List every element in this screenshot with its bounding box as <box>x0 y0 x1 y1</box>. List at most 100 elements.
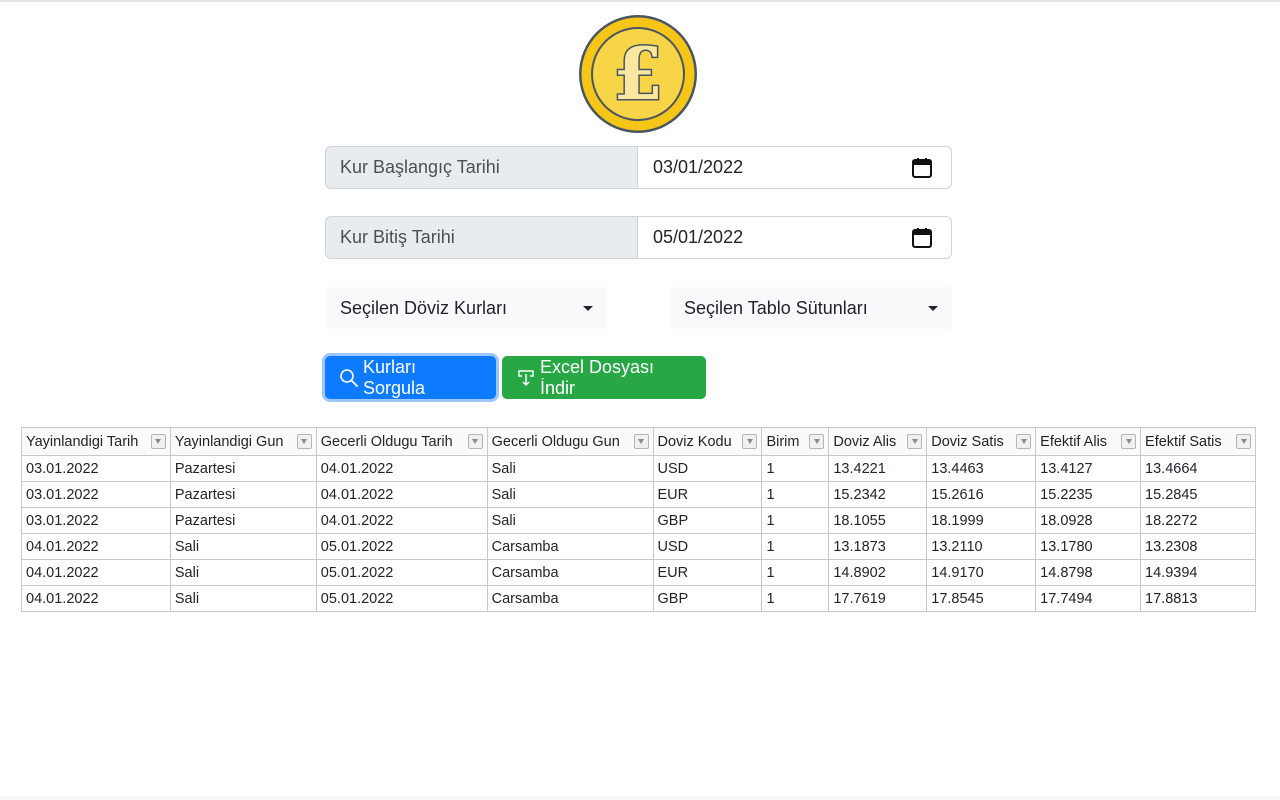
filter-dropdown-icon[interactable] <box>1016 434 1031 449</box>
column-header[interactable]: Gecerli Oldugu Tarih <box>316 428 487 456</box>
end-date-group: Kur Bitiş Tarihi 05/01/2022 <box>325 216 952 259</box>
table-cell: 05.01.2022 <box>316 534 487 560</box>
query-rates-label: Kurları Sorgula <box>363 357 482 399</box>
table-cell: 04.01.2022 <box>22 586 171 612</box>
table-cell: 03.01.2022 <box>22 456 171 482</box>
table-cell: 1 <box>762 482 829 508</box>
start-date-group: Kur Başlangıç Tarihi 03/01/2022 <box>325 146 952 189</box>
pound-coin-icon: £ <box>577 13 699 135</box>
currency-dropdown-label: Seçilen Döviz Kurları <box>340 298 507 319</box>
column-header-label: Birim <box>766 434 799 450</box>
table-cell: 1 <box>762 456 829 482</box>
column-header[interactable]: Doviz Satis <box>927 428 1036 456</box>
table-cell: Sali <box>487 508 653 534</box>
column-header-label: Gecerli Oldugu Tarih <box>321 434 453 450</box>
column-header[interactable]: Efektif Satis <box>1141 428 1256 456</box>
filter-dropdown-icon[interactable] <box>634 434 649 449</box>
filter-dropdown-icon[interactable] <box>468 434 483 449</box>
table-cell: 15.2235 <box>1036 482 1141 508</box>
table-cell: 18.1055 <box>829 508 927 534</box>
download-excel-button[interactable]: Excel Dosyası İndir <box>502 356 706 399</box>
column-header-label: Gecerli Oldugu Gun <box>492 434 620 450</box>
download-excel-label: Excel Dosyası İndir <box>540 357 692 399</box>
caret-down-icon <box>928 306 938 311</box>
column-header-label: Efektif Satis <box>1145 434 1222 450</box>
table-body: 03.01.2022Pazartesi04.01.2022SaliUSD113.… <box>22 456 1256 612</box>
table-cell: 05.01.2022 <box>316 560 487 586</box>
caret-down-icon <box>583 306 593 311</box>
table-row: 04.01.2022Sali05.01.2022CarsambaUSD113.1… <box>22 534 1256 560</box>
column-header[interactable]: Efektif Alis <box>1036 428 1141 456</box>
top-divider <box>0 0 1280 2</box>
table-cell: 17.7619 <box>829 586 927 612</box>
table-cell: 18.1999 <box>927 508 1036 534</box>
table-cell: 14.9394 <box>1141 560 1256 586</box>
table-cell: 13.1873 <box>829 534 927 560</box>
table-cell: 04.01.2022 <box>316 456 487 482</box>
filter-dropdown-icon[interactable] <box>151 434 166 449</box>
table-cell: 18.0928 <box>1036 508 1141 534</box>
table-cell: 13.4127 <box>1036 456 1141 482</box>
table-cell: USD <box>653 456 762 482</box>
table-cell: 17.8545 <box>927 586 1036 612</box>
currency-select-dropdown[interactable]: Seçilen Döviz Kurları <box>326 287 607 329</box>
query-rates-button[interactable]: Kurları Sorgula <box>325 356 496 399</box>
table-cell: 03.01.2022 <box>22 508 171 534</box>
filter-dropdown-icon[interactable] <box>809 434 824 449</box>
coin-symbol: £ <box>613 31 663 116</box>
column-header[interactable]: Birim <box>762 428 829 456</box>
table-cell: 15.2342 <box>829 482 927 508</box>
table-cell: 17.7494 <box>1036 586 1141 612</box>
table-cell: 13.4463 <box>927 456 1036 482</box>
table-cell: 1 <box>762 560 829 586</box>
table-row: 04.01.2022Sali05.01.2022CarsambaGBP117.7… <box>22 586 1256 612</box>
table-cell: EUR <box>653 482 762 508</box>
table-row: 04.01.2022Sali05.01.2022CarsambaEUR114.8… <box>22 560 1256 586</box>
start-date-label: Kur Başlangıç Tarihi <box>325 146 638 189</box>
table-row: 03.01.2022Pazartesi04.01.2022SaliUSD1 13.… <box>22 456 1256 482</box>
end-date-label: Kur Bitiş Tarihi <box>325 216 638 259</box>
table-header-row: Yayinlandigi Tarih Yayinlandigi Gun Gecerl… <box>22 428 1256 456</box>
column-header[interactable]: Yayinlandigi Gun <box>170 428 316 456</box>
table-cell: 1 <box>762 586 829 612</box>
table-cell: 04.01.2022 <box>316 508 487 534</box>
table-cell: 05.01.2022 <box>316 586 487 612</box>
column-header[interactable]: Yayinlandigi Tarih <box>22 428 171 456</box>
table-cell: Carsamba <box>487 586 653 612</box>
table-cell: Pazartesi <box>170 456 316 482</box>
calendar-icon[interactable] <box>911 157 933 179</box>
column-header-label: Yayinlandigi Tarih <box>26 434 138 450</box>
table-cell: 14.8902 <box>829 560 927 586</box>
filter-dropdown-icon[interactable] <box>1121 434 1136 449</box>
table-cell: 15.2845 <box>1141 482 1256 508</box>
column-header-label: Doviz Satis <box>931 434 1004 450</box>
column-header[interactable]: Doviz Alis <box>829 428 927 456</box>
filter-dropdown-icon[interactable] <box>742 434 757 449</box>
table-cell: Sali <box>487 456 653 482</box>
start-date-value: 03/01/2022 <box>653 157 743 178</box>
calendar-icon[interactable] <box>911 227 933 249</box>
table-cell: Carsamba <box>487 534 653 560</box>
table-cell: 14.9170 <box>927 560 1036 586</box>
filter-dropdown-icon[interactable] <box>907 434 922 449</box>
table-cell: 1 <box>762 508 829 534</box>
table-cell: 13.2110 <box>927 534 1036 560</box>
column-header-label: Efektif Alis <box>1040 434 1107 450</box>
column-header-label: Doviz Alis <box>833 434 896 450</box>
start-date-input[interactable]: 03/01/2022 <box>638 146 952 189</box>
columns-dropdown-label: Seçilen Tablo Sütunları <box>684 298 868 319</box>
table-cell: GBP <box>653 508 762 534</box>
filter-dropdown-icon[interactable] <box>1236 434 1251 449</box>
table-cell: Pazartesi <box>170 482 316 508</box>
filter-dropdown-icon[interactable] <box>297 434 312 449</box>
column-header-label: Doviz Kodu <box>658 434 732 450</box>
columns-select-dropdown[interactable]: Seçilen Tablo Sütunları <box>670 287 952 329</box>
table-cell: Carsamba <box>487 560 653 586</box>
column-header[interactable]: Gecerli Oldugu Gun <box>487 428 653 456</box>
end-date-input[interactable]: 05/01/2022 <box>638 216 952 259</box>
table-cell: 15.2616 <box>927 482 1036 508</box>
table-cell: Sali <box>170 586 316 612</box>
table-cell: 04.01.2022 <box>22 534 171 560</box>
table-cell: GBP <box>653 586 762 612</box>
column-header[interactable]: Doviz Kodu <box>653 428 762 456</box>
